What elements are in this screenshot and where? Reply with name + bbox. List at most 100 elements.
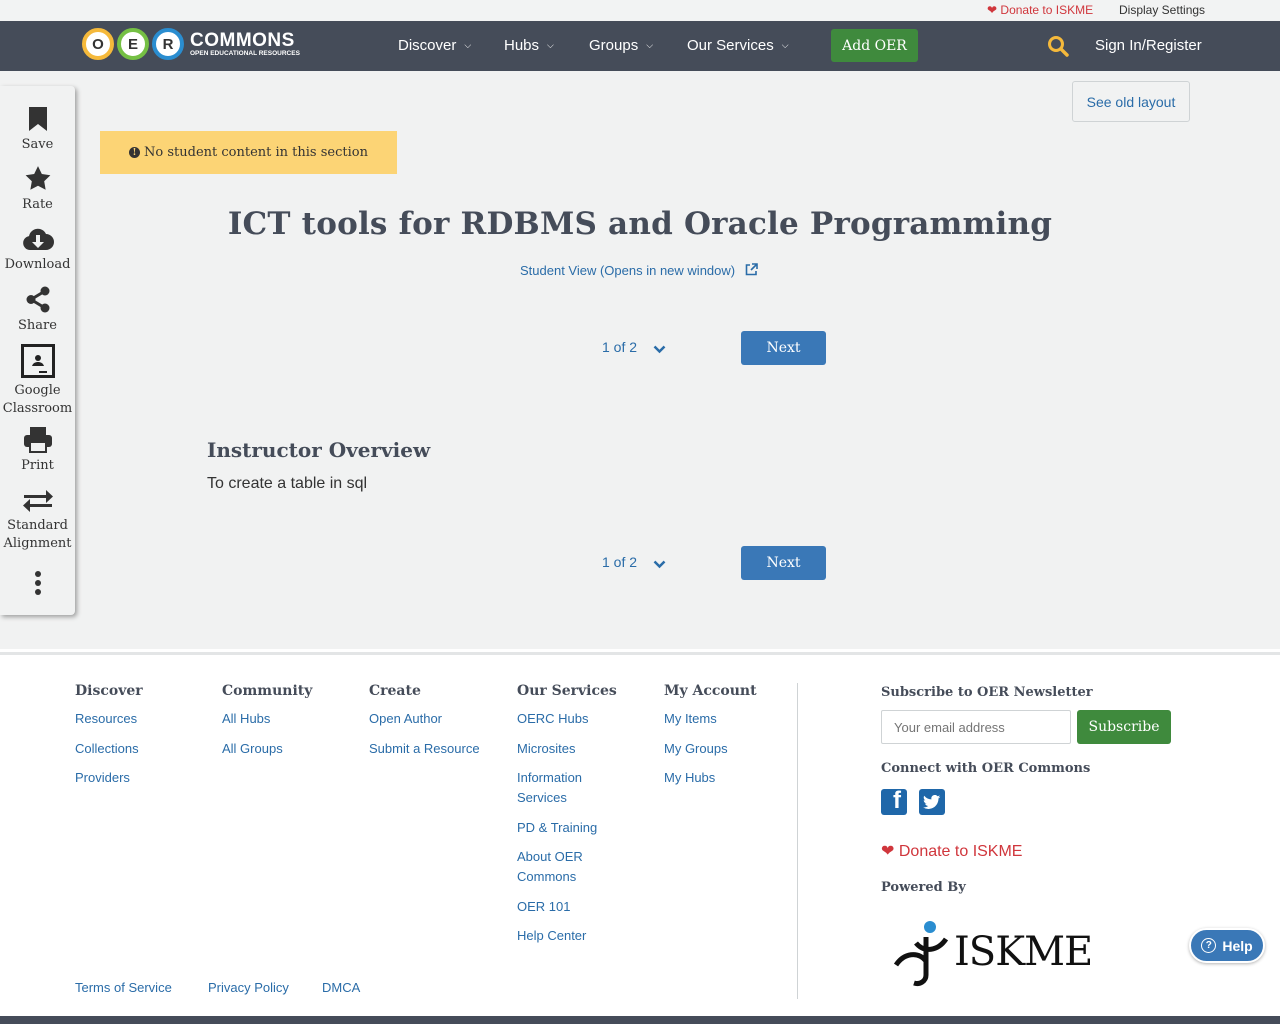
- footer-heading: Community: [222, 683, 313, 699]
- section-pager-top[interactable]: 1 of 2: [602, 339, 666, 355]
- twitter-icon[interactable]: [919, 789, 945, 815]
- logo-letter-e: E: [117, 28, 149, 60]
- footer-link-information-services[interactable]: Information Services: [517, 768, 627, 808]
- footer-link-my-hubs[interactable]: My Hubs: [664, 768, 757, 788]
- footer-col-discover: Discover Resources Collections Providers: [75, 683, 143, 798]
- main-navbar: O E R COMMONS OPEN EDUCATIONAL RESOURCES…: [0, 21, 1280, 71]
- chevron-down-icon: ⌵: [646, 40, 654, 50]
- nav-our-services[interactable]: Our Services ⌵: [687, 37, 789, 54]
- logo-letter-o: O: [82, 28, 114, 60]
- action-sidebar: Save Rate Download Share Google Classroo…: [0, 86, 75, 615]
- sign-in-register-link[interactable]: Sign In/Register: [1095, 37, 1202, 54]
- footer-col-our-services: Our Services OERC Hubs Microsites Inform…: [517, 683, 627, 956]
- sidebar-google-classroom[interactable]: Google Classroom: [0, 344, 75, 418]
- footer-heading: My Account: [664, 683, 757, 699]
- footer-link-resources[interactable]: Resources: [75, 709, 143, 729]
- student-view-label: Student View (Opens in new window): [520, 263, 736, 278]
- logo-letter-r: R: [152, 28, 184, 60]
- nav-hubs[interactable]: Hubs ⌵: [504, 37, 554, 54]
- newsletter-heading: Subscribe to OER Newsletter: [881, 685, 1093, 700]
- footer-link-my-groups[interactable]: My Groups: [664, 739, 757, 759]
- footer-link-oerc-hubs[interactable]: OERC Hubs: [517, 709, 627, 729]
- donate-link-label: Donate to ISKME: [1000, 3, 1094, 17]
- footer-donate-link[interactable]: ❤ Donate to ISKME: [881, 841, 1022, 861]
- footer-link-microsites[interactable]: Microsites: [517, 739, 627, 759]
- heart-icon: ❤: [881, 843, 895, 860]
- section-pager-bottom[interactable]: 1 of 2: [602, 554, 666, 570]
- sidebar-share[interactable]: Share: [0, 286, 75, 335]
- sidebar-print[interactable]: Print: [0, 426, 75, 475]
- footer-heading: Create: [369, 683, 421, 699]
- footer-link-help-center[interactable]: Help Center: [517, 926, 627, 946]
- footer-link-submit-resource[interactable]: Submit a Resource: [369, 739, 480, 759]
- bookmark-icon: [28, 107, 47, 131]
- footer-link-providers[interactable]: Providers: [75, 768, 143, 788]
- footer-link-my-items[interactable]: My Items: [664, 709, 757, 729]
- display-settings-link[interactable]: Display Settings: [1119, 3, 1205, 17]
- sidebar-more[interactable]: [0, 570, 75, 600]
- chevron-down-icon: ⌵: [464, 40, 472, 50]
- footer-col-create: Create Open Author Submit a Resource: [369, 683, 480, 768]
- footer-link-collections[interactable]: Collections: [75, 739, 143, 759]
- footer-col-my-account: My Account My Items My Groups My Hubs: [664, 683, 757, 798]
- next-button-top[interactable]: Next: [741, 331, 826, 365]
- chevron-down-icon: ⌵: [781, 40, 789, 50]
- page-title: ICT tools for RDBMS and Oracle Programmi…: [227, 206, 1053, 242]
- chevron-down-icon: ⌵: [547, 40, 554, 50]
- chevron-down-icon: [653, 345, 666, 354]
- iskme-logo[interactable]: ISKME: [890, 917, 1093, 987]
- nav-groups-label: Groups: [589, 37, 639, 54]
- help-button[interactable]: ? Help: [1189, 928, 1265, 963]
- sidebar-save[interactable]: Save: [0, 106, 75, 154]
- footer-link-all-groups[interactable]: All Groups: [222, 739, 312, 759]
- footer-heading: Our Services: [517, 683, 617, 699]
- utility-bar: ❤ Donate to ISKME Display Settings: [0, 0, 1280, 21]
- newsletter-email-input[interactable]: [881, 710, 1071, 744]
- logo-tagline: OPEN EDUCATIONAL RESOURCES: [190, 49, 300, 57]
- dmca-link[interactable]: DMCA: [322, 980, 360, 995]
- logo-word: COMMONS: [190, 29, 295, 51]
- sidebar-alignment-label: Alignment: [3, 536, 72, 551]
- no-student-content-notice: ! No student content in this section: [100, 131, 397, 174]
- sidebar-save-label: Save: [21, 137, 54, 152]
- connect-heading: Connect with OER Commons: [881, 761, 1091, 776]
- bottom-bar: [0, 1016, 1280, 1024]
- footer-heading: Discover: [75, 683, 143, 699]
- facebook-icon[interactable]: f: [881, 789, 907, 815]
- footer-link-open-author[interactable]: Open Author: [369, 709, 480, 729]
- search-icon[interactable]: [1047, 35, 1069, 57]
- pager-label: 1 of 2: [602, 554, 638, 570]
- privacy-policy-link[interactable]: Privacy Policy: [208, 980, 289, 995]
- footer-link-pd-training[interactable]: PD & Training: [517, 818, 627, 838]
- powered-by-label: Powered By: [881, 880, 966, 895]
- question-circle-icon: ?: [1201, 938, 1217, 953]
- next-button-bottom[interactable]: Next: [741, 546, 826, 580]
- resource-content: Save Rate Download Share Google Classroo…: [0, 71, 1280, 649]
- sidebar-standard-alignment[interactable]: Standard Alignment: [0, 489, 75, 553]
- nav-discover-label: Discover: [398, 37, 457, 54]
- sidebar-classroom-label: Classroom: [2, 401, 73, 416]
- share-icon: [26, 286, 49, 313]
- subscribe-button[interactable]: Subscribe: [1077, 710, 1171, 744]
- footer-link-all-hubs[interactable]: All Hubs: [222, 709, 312, 729]
- external-link-icon: [745, 263, 758, 276]
- add-oer-button[interactable]: Add OER: [831, 29, 918, 62]
- see-old-layout-button[interactable]: See old layout: [1072, 81, 1190, 122]
- terms-of-service-link[interactable]: Terms of Service: [75, 980, 172, 995]
- nav-discover[interactable]: Discover ⌵: [398, 37, 471, 54]
- oer-commons-logo[interactable]: O E R COMMONS OPEN EDUCATIONAL RESOURCES: [82, 27, 300, 61]
- print-icon: [23, 427, 52, 453]
- footer-divider: [797, 683, 798, 999]
- instructor-overview-heading: Instructor Overview: [207, 438, 431, 462]
- notice-text: No student content in this section: [144, 145, 368, 160]
- sidebar-download-label: Download: [4, 257, 71, 272]
- nav-groups[interactable]: Groups ⌵: [589, 37, 653, 54]
- nav-our-services-label: Our Services: [687, 37, 774, 54]
- heart-icon: ❤: [987, 3, 998, 17]
- iskme-swirl-icon: [893, 921, 949, 986]
- chevron-down-icon: [653, 560, 666, 569]
- donate-link[interactable]: ❤ Donate to ISKME: [987, 3, 1093, 17]
- student-view-link[interactable]: Student View (Opens in new window): [520, 263, 758, 278]
- footer-link-oer-101[interactable]: OER 101: [517, 897, 627, 917]
- footer-link-about[interactable]: About OER Commons: [517, 847, 627, 887]
